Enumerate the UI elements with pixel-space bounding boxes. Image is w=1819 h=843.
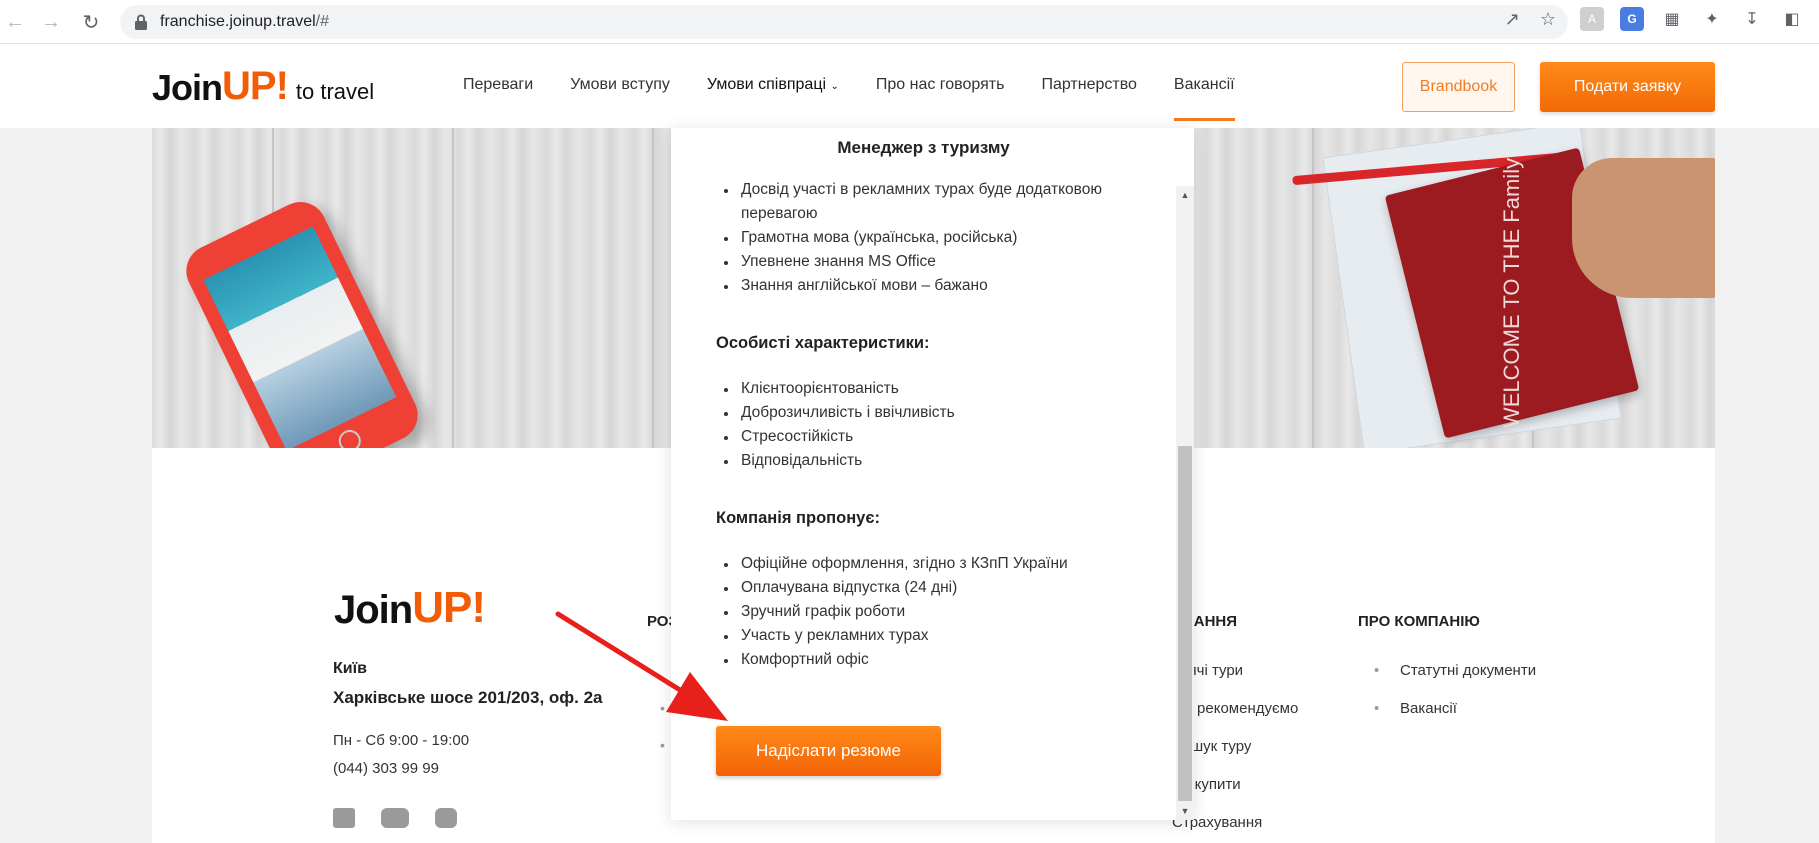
site-header: Join UP! to travel Переваги Умови вступу… — [0, 44, 1819, 128]
footer-about-heading: ПРО КОМПАНІЮ — [1358, 613, 1480, 630]
chevron-down-icon: ⌄ — [830, 81, 839, 92]
logo-tagline: to travel — [295, 79, 375, 104]
nav-item-partnership[interactable]: Партнерство — [1041, 76, 1136, 94]
phone-home-button — [335, 426, 365, 448]
footer-link-vacancies[interactable]: Вакансії — [1374, 700, 1536, 738]
logo-join-text: Join — [152, 67, 223, 108]
extension-off-icon[interactable]: ▦ — [1660, 7, 1684, 31]
nav-item-cooperation[interactable]: Умови співпраці ⌄ — [707, 76, 839, 94]
download-icon[interactable]: ↧ — [1740, 7, 1764, 31]
hand-image — [1572, 158, 1715, 298]
youtube-icon[interactable] — [381, 808, 409, 828]
main-nav: Переваги Умови вступу Умови співпраці ⌄ … — [463, 76, 1235, 121]
forward-icon[interactable]: → — [36, 7, 66, 37]
footer-city: Київ — [333, 660, 367, 677]
offer-heading: Компанія пропонує: — [716, 509, 880, 527]
footer-address: Харківське шосе 201/203, оф. 2а — [333, 688, 603, 707]
instagram-icon[interactable] — [435, 808, 457, 828]
modal-scrollbar[interactable]: ▲ ▼ — [1176, 186, 1194, 820]
list-item: Відповідальність — [716, 449, 1146, 473]
nav-item-entry-terms[interactable]: Умови вступу — [570, 76, 670, 94]
scrollbar-thumb[interactable] — [1178, 446, 1192, 801]
footer-bullets: • • — [660, 700, 665, 753]
browser-toolbar: ← → ↻ franchise.joinup.travel/# ↗ ☆ A G … — [0, 0, 1819, 44]
list-item: Зручний графік роботи — [716, 600, 1146, 624]
footer-about-links: Статутні документи Вакансії — [1374, 662, 1536, 738]
nav-item-cooperation-label: Умови співпраці — [706, 76, 827, 93]
footer-logo-join: Join — [334, 588, 413, 632]
url-text: franchise.joinup.travel/# — [160, 13, 329, 30]
nav-item-vacancies[interactable]: Вакансії — [1173, 76, 1235, 121]
list-item: Клієнтоорієнтованість — [716, 377, 1146, 401]
puzzle-icon[interactable]: ✦ — [1700, 7, 1724, 31]
extension-icon[interactable]: A — [1580, 7, 1604, 31]
bookmark-star-icon[interactable]: ☆ — [1540, 9, 1556, 30]
facebook-icon[interactable] — [333, 808, 355, 828]
site-logo[interactable]: Join UP! to travel — [152, 64, 374, 109]
offer-list: Офіційне оформлення, згідно з КЗпП Украї… — [716, 552, 1146, 672]
footer-logo[interactable]: Join UP! — [334, 583, 486, 633]
list-item: Комфортний офіс — [716, 648, 1146, 672]
nav-item-advantages[interactable]: Переваги — [463, 76, 533, 94]
welcome-card-text: WELCOME TO THE Family — [1499, 157, 1524, 429]
list-item: Упевнене знання MS Office — [716, 250, 1146, 274]
list-item: Офіційне оформлення, згідно з КЗпП Украї… — [716, 552, 1146, 576]
list-item: Оплачувана відпустка (24 дні) — [716, 576, 1146, 600]
wood-plank — [452, 128, 454, 448]
modal-content: Досвід участі в рекламних турах буде дод… — [716, 181, 1146, 672]
list-item: Досвід участі в рекламних турах буде дод… — [716, 178, 1146, 226]
share-icon[interactable]: ↗ — [1505, 9, 1520, 30]
nav-item-testimonials[interactable]: Про нас говорять — [876, 76, 1005, 94]
vacancy-modal: Менеджер з туризму Досвід участі в рекла… — [671, 128, 1194, 820]
list-item: Участь у рекламних турах — [716, 624, 1146, 648]
list-item: Доброзичливість і ввічливість — [716, 401, 1146, 425]
scroll-down-icon[interactable]: ▼ — [1176, 802, 1194, 820]
wood-plank — [652, 128, 654, 448]
list-item: Знання англійської мови – бажано — [716, 274, 1146, 298]
list-item: Грамотна мова (українська, російська) — [716, 226, 1146, 250]
list-item: Стресостійкість — [716, 425, 1146, 449]
modal-title: Менеджер з туризму — [837, 138, 1010, 157]
scroll-up-icon[interactable]: ▲ — [1176, 186, 1194, 204]
back-icon[interactable]: ← — [0, 7, 30, 37]
send-resume-button[interactable]: Надіслати резюме — [716, 726, 941, 776]
footer-logo-up: UP! — [412, 583, 486, 632]
footer-link-statutes[interactable]: Статутні документи — [1374, 662, 1536, 700]
requirements-list: Досвід участі в рекламних турах буде дод… — [716, 178, 1146, 298]
personal-list: Клієнтоорієнтованість Доброзичливість і … — [716, 377, 1146, 473]
phone-screen — [203, 226, 397, 448]
sidepanel-icon[interactable]: ◧ — [1780, 7, 1804, 31]
brandbook-button[interactable]: Brandbook — [1402, 62, 1515, 112]
translate-icon[interactable]: G — [1620, 7, 1644, 31]
footer-hours: Пн - Сб 9:00 - 19:00 — [333, 732, 470, 749]
phone-image — [177, 193, 427, 448]
logo-up-text: UP! — [222, 64, 289, 108]
apply-button[interactable]: Подати заявку — [1540, 62, 1715, 112]
social-links — [333, 808, 457, 828]
lock-icon — [134, 14, 148, 30]
footer-phone[interactable]: (044) 303 99 99 — [333, 760, 439, 777]
address-bar[interactable]: franchise.joinup.travel/# ↗ ☆ — [120, 5, 1568, 39]
reload-icon[interactable]: ↻ — [76, 7, 106, 37]
personal-heading: Особисті характеристики: — [716, 334, 930, 352]
